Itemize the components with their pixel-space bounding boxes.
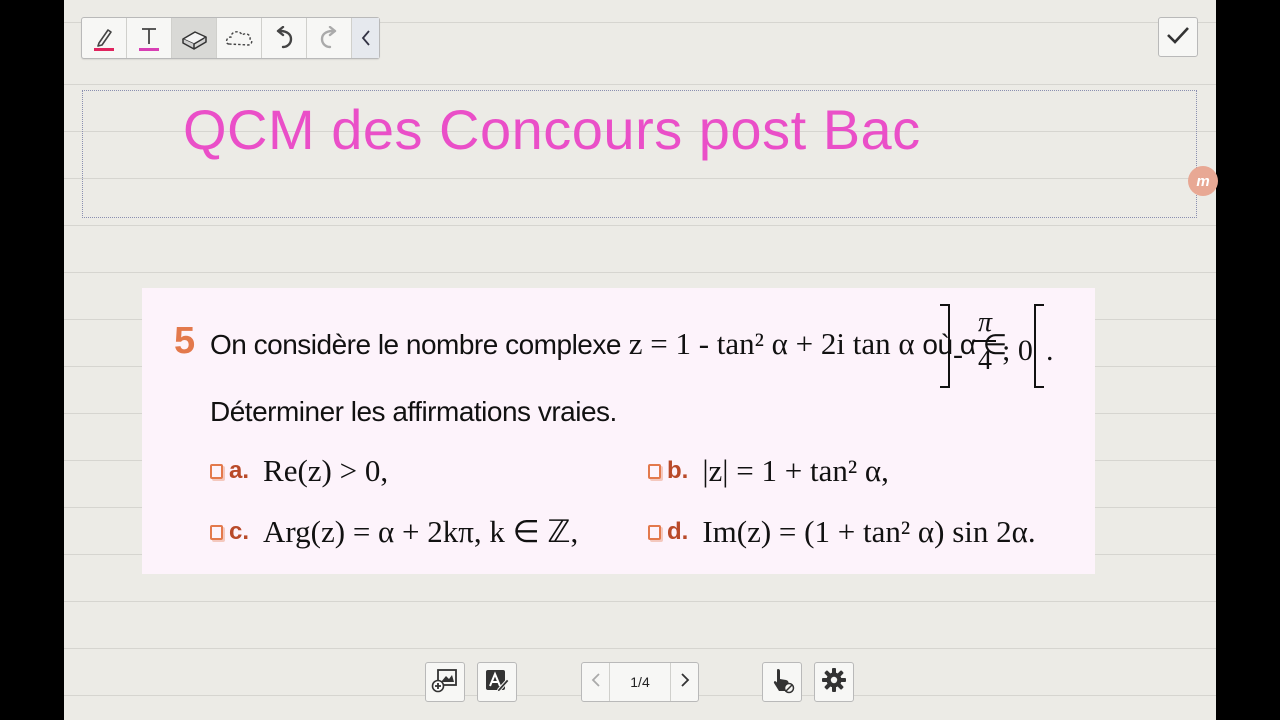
next-page-button[interactable] [670,663,698,701]
problem-image: 5 On considère le nombre complexe z = 1 … [142,288,1095,574]
settings-button[interactable] [814,662,854,702]
right-letterbox [1216,0,1280,720]
lasso-tool-button[interactable] [217,18,262,58]
option-b: b. |z| = 1 + tan² α, [648,453,889,489]
statement-lead: On considère le nombre complexe [210,329,621,360]
previous-page-button[interactable] [582,663,610,701]
page-indicator: 1/4 [630,674,650,690]
text-recognition-button[interactable] [477,662,517,702]
pen-tool-button[interactable] [82,18,127,58]
eraser-tool-button[interactable] [172,18,217,58]
interval-minus-sign: - [953,338,963,371]
checkmark-icon [1165,24,1191,51]
text-recognition-icon [484,667,510,698]
pi-over-4-fraction: π 4 [974,306,996,380]
statement-period: . [1046,334,1054,367]
option-checkbox [648,524,661,540]
option-d: d. Im(z) = (1 + tan² α) sin 2α. [648,514,1036,550]
touch-pointer-icon [769,666,795,699]
option-c: c. Arg(z) = α + 2kπ, k ∈ ℤ, [210,514,578,550]
page-navigator: 1/4 [581,662,699,702]
option-letter: a. [229,457,250,484]
title-text-box[interactable]: QCM des Concours post Bac [82,90,1197,218]
text-tool-button[interactable] [127,18,172,58]
option-text: Arg(z) = α + 2kπ, k ∈ ℤ, [263,514,579,549]
instruction-text: Déterminer les affirmations vraies. [210,396,617,427]
interval-upper: ; 0 [1002,334,1033,367]
option-a: a. Re(z) > 0, [210,453,388,489]
touch-mode-button[interactable] [762,662,802,702]
fraction-denominator: 4 [978,345,992,376]
redo-icon [318,26,340,50]
option-checkbox [210,463,223,479]
close-bracket [1034,304,1044,388]
problem-statement: On considère le nombre complexe z = 1 - … [210,326,1007,362]
option-text: Re(z) > 0, [263,453,389,488]
insert-image-button[interactable] [425,662,465,702]
option-text: Im(z) = (1 + tan² α) sin 2α. [702,514,1036,549]
done-button[interactable] [1158,17,1198,57]
lasso-icon [224,27,254,49]
fraction-numerator: π [974,306,996,342]
undo-button[interactable] [262,18,307,58]
drawing-toolbar [81,17,380,59]
chevron-left-icon [360,29,372,47]
option-text: |z| = 1 + tan² α, [702,453,889,488]
option-letter: d. [667,518,689,545]
text-tool-icon [136,25,162,51]
option-letter: c. [229,518,250,545]
collapse-toolbar-button[interactable] [352,18,379,58]
alpha-interval: - π 4 ; 0 . [940,304,1060,394]
option-letter: b. [667,457,689,484]
open-bracket [940,304,950,388]
question-number: 5 [174,320,196,362]
chevron-left-icon [591,672,601,693]
left-letterbox [0,0,64,720]
option-checkbox [648,463,661,479]
pen-icon [91,25,117,51]
undo-icon [273,26,295,50]
note-title: QCM des Concours post Bac [183,98,921,161]
gear-icon [821,667,847,698]
side-panel-handle[interactable]: m [1188,166,1218,196]
insert-image-icon [431,667,459,698]
chevron-right-icon [680,672,690,693]
redo-button[interactable] [307,18,352,58]
option-checkbox [210,524,223,540]
eraser-icon [179,25,209,51]
statement-formula: z = 1 - tan² α + 2i tan α [628,326,915,361]
